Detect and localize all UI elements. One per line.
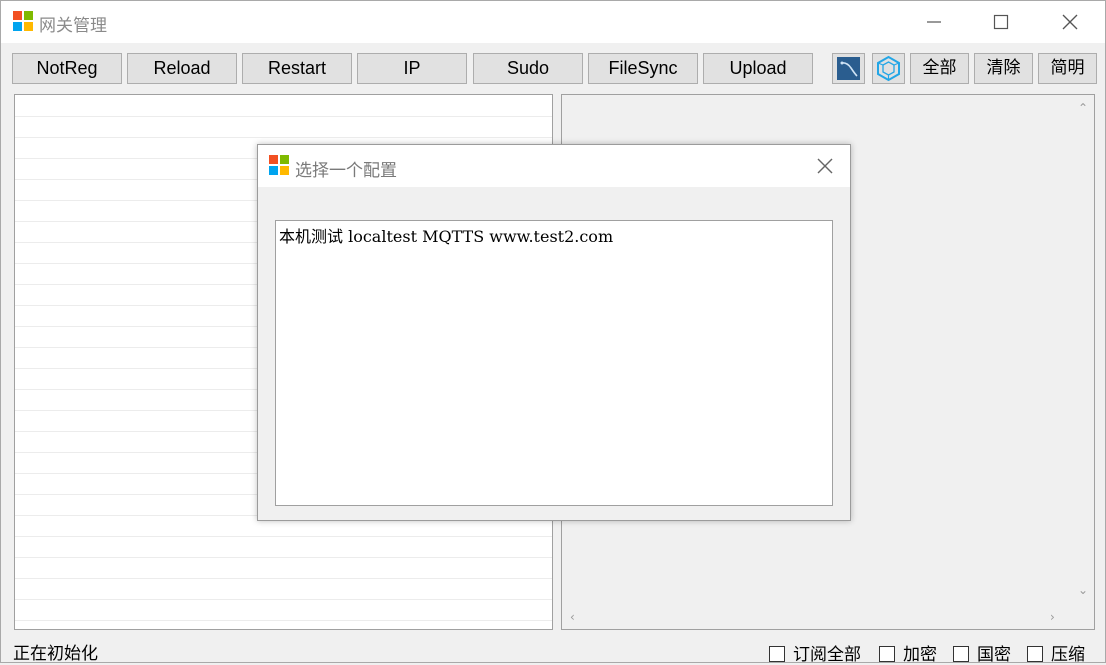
chart-button[interactable] bbox=[832, 53, 865, 84]
maximize-icon[interactable] bbox=[978, 1, 1024, 43]
scroll-up-icon[interactable]: ⌃ bbox=[1078, 101, 1088, 115]
checkbox-label: 订阅全部 bbox=[793, 645, 861, 665]
hexagon-button[interactable] bbox=[872, 53, 905, 84]
scroll-down-icon[interactable]: ⌄ bbox=[1078, 583, 1088, 597]
select-config-dialog: 选择一个配置 本机测试 localtest MQTTS www.test2.co… bbox=[257, 144, 851, 521]
checkbox-label: 加密 bbox=[903, 645, 937, 665]
horizontal-scrollbar[interactable]: ‹ › bbox=[562, 607, 1072, 629]
chart-icon bbox=[837, 57, 860, 80]
checkbox-label: 国密 bbox=[977, 645, 1011, 665]
status-text: 正在初始化 bbox=[13, 644, 98, 664]
list-row-divider bbox=[15, 116, 552, 117]
config-list[interactable]: 本机测试 localtest MQTTS www.test2.com bbox=[275, 220, 833, 506]
sm-crypto-checkbox[interactable]: 国密 bbox=[953, 640, 1011, 665]
subscribe-all-checkbox[interactable]: 订阅全部 bbox=[769, 640, 861, 665]
upload-button[interactable]: Upload bbox=[703, 53, 813, 84]
checkbox-box[interactable] bbox=[953, 646, 969, 662]
checkbox-box[interactable] bbox=[1027, 646, 1043, 662]
checkbox-box[interactable] bbox=[879, 646, 895, 662]
encrypt-checkbox[interactable]: 加密 bbox=[879, 640, 937, 665]
list-item[interactable]: 本机测试 localtest MQTTS www.test2.com bbox=[279, 223, 613, 247]
hexagon-icon bbox=[877, 55, 900, 82]
main-window: 网关管理 NotReg Reload Restart IP Sudo FileS… bbox=[0, 0, 1106, 665]
dialog-title: 选择一个配置 bbox=[295, 161, 397, 181]
checkbox-label: 压缩 bbox=[1051, 645, 1085, 665]
list-row-divider bbox=[15, 557, 552, 558]
list-row-divider bbox=[15, 536, 552, 537]
checkbox-box[interactable] bbox=[769, 646, 785, 662]
restart-button[interactable]: Restart bbox=[242, 53, 352, 84]
filesync-button[interactable]: FileSync bbox=[588, 53, 698, 84]
sudo-button[interactable]: Sudo bbox=[473, 53, 583, 84]
list-row-divider bbox=[15, 599, 552, 600]
ip-button[interactable]: IP bbox=[357, 53, 467, 84]
compress-checkbox[interactable]: 压缩 bbox=[1027, 640, 1085, 665]
list-row-divider bbox=[15, 620, 552, 621]
title-bar: 网关管理 bbox=[1, 1, 1105, 43]
app-logo-icon bbox=[13, 11, 33, 31]
dialog-logo-icon bbox=[269, 155, 289, 175]
all-button[interactable]: 全部 bbox=[910, 53, 969, 84]
list-row-divider bbox=[15, 137, 552, 138]
scroll-right-icon[interactable]: › bbox=[1050, 610, 1055, 624]
dialog-title-bar: 选择一个配置 bbox=[258, 145, 850, 187]
minimize-icon[interactable] bbox=[911, 1, 957, 43]
scroll-left-icon[interactable]: ‹ bbox=[570, 610, 575, 624]
reload-button[interactable]: Reload bbox=[127, 53, 237, 84]
brief-button[interactable]: 简明 bbox=[1038, 53, 1097, 84]
clear-button[interactable]: 清除 bbox=[974, 53, 1033, 84]
list-row-divider bbox=[15, 578, 552, 579]
vertical-scrollbar[interactable]: ⌃ ⌄ bbox=[1072, 95, 1094, 605]
close-icon[interactable] bbox=[1047, 1, 1093, 43]
window-title: 网关管理 bbox=[39, 16, 107, 35]
notreg-button[interactable]: NotReg bbox=[12, 53, 122, 84]
close-icon[interactable] bbox=[814, 155, 836, 177]
